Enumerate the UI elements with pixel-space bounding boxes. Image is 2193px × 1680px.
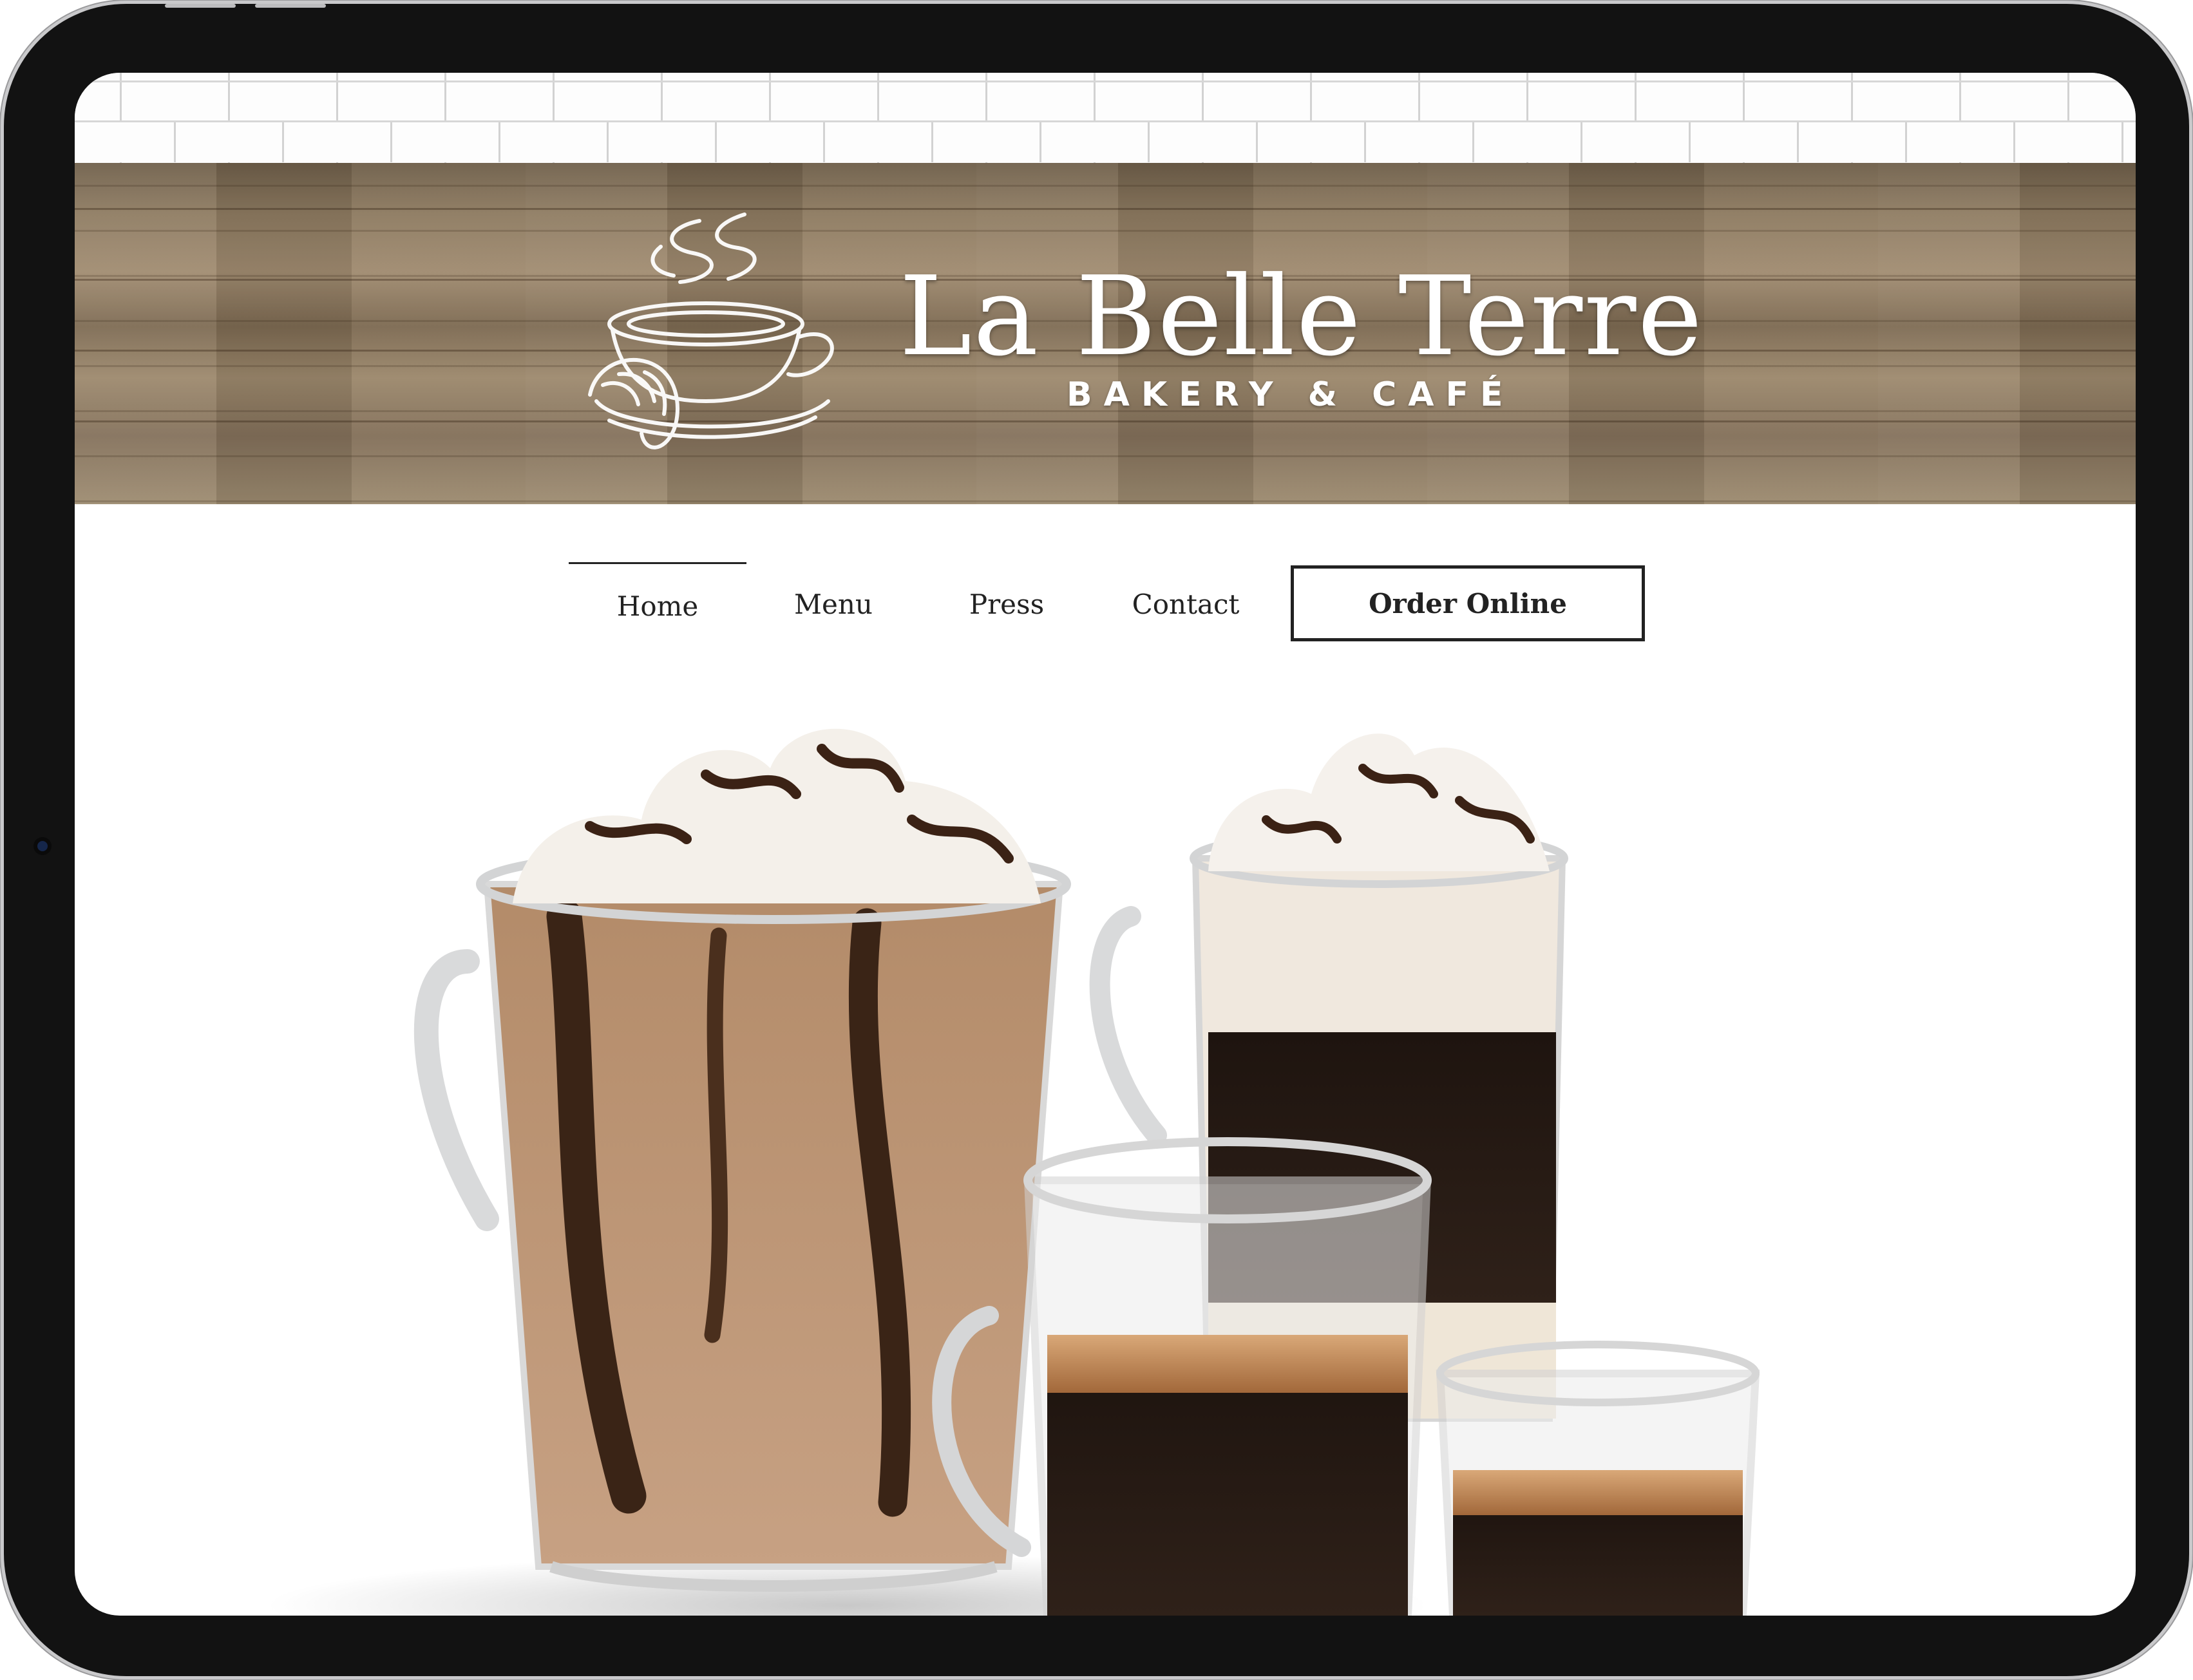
small-espresso-glass: [1436, 1341, 1760, 1616]
screen: La Belle Terre BAKERY & CAFÉ Home Menu P…: [75, 73, 2136, 1616]
nav-item-contact[interactable]: Contact: [1093, 562, 1278, 646]
brand-subtitle: BAKERY & CAFÉ: [1067, 375, 1515, 414]
header-banner: La Belle Terre BAKERY & CAFÉ: [75, 163, 2136, 504]
main-navigation: Home Menu Press Contact Order Online: [75, 562, 2136, 646]
camera-icon: [37, 841, 48, 851]
coffee-cup-croissant-icon: [588, 212, 834, 449]
nav-item-press[interactable]: Press: [920, 562, 1093, 646]
nav-item-menu[interactable]: Menu: [746, 562, 920, 646]
tile-wall-strip: [75, 73, 2136, 165]
volume-button: [165, 4, 236, 8]
order-online-button[interactable]: Order Online: [1291, 565, 1645, 641]
volume-button: [255, 4, 326, 8]
mocha-mug: [413, 728, 1071, 1592]
coffee-drinks-photo: [268, 728, 1760, 1616]
nav-item-home[interactable]: Home: [569, 562, 746, 648]
tablet-frame: La Belle Terre BAKERY & CAFÉ Home Menu P…: [4, 4, 2189, 1676]
brand-title: La Belle Terre: [899, 253, 1704, 381]
